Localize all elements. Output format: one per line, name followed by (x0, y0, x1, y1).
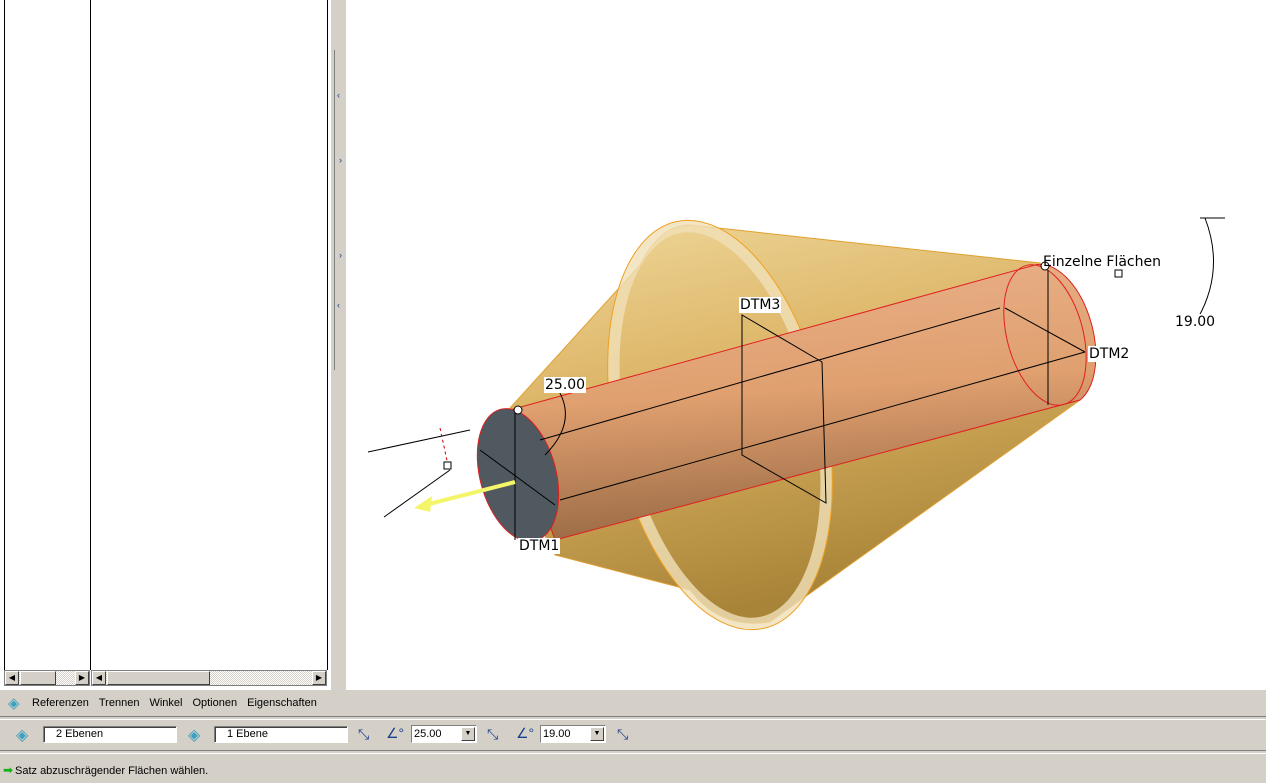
flip-direction-icon[interactable]: ⤡ (487, 726, 498, 743)
scroll-thumb[interactable] (20, 671, 56, 685)
scroll-right-button[interactable]: ▶ (312, 671, 326, 685)
tab-eigenschaften[interactable]: Eigenschaften (247, 697, 317, 709)
chevron-down-icon[interactable]: ▼ (590, 727, 604, 741)
model-view[interactable] (346, 0, 1266, 690)
flip-direction-icon[interactable]: ⤡ (617, 726, 628, 743)
tree-hscrollbar-left[interactable]: ◀ ▶ (4, 670, 90, 686)
graphics-viewport[interactable]: DTM1 DTM2 DTM3 25.00 19.00 Einzelne Fläc… (346, 0, 1266, 690)
tab-optionen[interactable]: Optionen (192, 697, 237, 709)
datum-label-dtm1[interactable]: DTM1 (518, 538, 561, 554)
drag-handle[interactable] (443, 461, 452, 470)
collapse-left-icon[interactable]: ‹ (337, 90, 340, 100)
angle1-combo[interactable]: 25.00 ▼ (411, 725, 477, 743)
scroll-thumb[interactable] (107, 671, 210, 685)
model-tree-panel: ◀ ▶ ◀ ▶ (0, 0, 331, 690)
collapse-left-icon[interactable]: ‹ (337, 300, 340, 310)
drag-handle[interactable] (513, 405, 523, 415)
angle2-combo[interactable]: 19.00 ▼ (540, 725, 606, 743)
reference-set1-field[interactable]: 2 Ebenen (43, 726, 177, 743)
divider (327, 0, 328, 670)
scroll-left-button[interactable]: ◀ (5, 671, 19, 685)
drag-handle[interactable] (1114, 269, 1123, 278)
datum-label-dtm2[interactable]: DTM2 (1088, 346, 1131, 362)
tree-hscrollbar-right[interactable]: ◀ ▶ (91, 670, 327, 686)
angle-icon: ∠° (516, 725, 535, 741)
arrow-right-icon: ➡ (3, 763, 14, 777)
divider (0, 716, 1266, 720)
chevron-down-icon[interactable]: ▼ (461, 727, 475, 741)
single-faces-label[interactable]: Einzelne Flächen (1042, 254, 1162, 270)
scroll-left-button[interactable]: ◀ (92, 671, 106, 685)
panel-splitter[interactable]: ‹ › › ‹ (330, 0, 347, 690)
expand-right-icon[interactable]: › (339, 250, 342, 260)
reference-set2-field[interactable]: 1 Ebene (214, 726, 348, 743)
tab-winkel[interactable]: Winkel (149, 697, 182, 709)
column-divider[interactable] (90, 0, 91, 670)
surface-set-icon[interactable]: ◈ (16, 725, 28, 745)
angle-icon: ∠° (386, 725, 405, 741)
scroll-right-button[interactable]: ▶ (75, 671, 89, 685)
datum-label-dtm3[interactable]: DTM3 (739, 297, 782, 313)
status-message: Satz abzuschrägender Flächen wählen. (15, 765, 209, 777)
angle1-value: 25.00 (414, 728, 442, 740)
flip-direction-icon[interactable]: ⤡ (358, 726, 369, 743)
dashboard-tabs: Referenzen Trennen Winkel Optionen Eigen… (32, 697, 317, 709)
angle2-value: 19.00 (543, 728, 571, 740)
angle-dimension-2[interactable]: 19.00 (1174, 314, 1217, 330)
tab-trennen[interactable]: Trennen (99, 697, 140, 709)
divider (0, 750, 1266, 754)
tab-referenzen[interactable]: Referenzen (32, 697, 89, 709)
expand-right-icon[interactable]: › (339, 155, 342, 165)
reference-plane-icon[interactable]: ◈ (188, 725, 200, 745)
divider (4, 0, 5, 670)
chamfer-feature-icon: ◈ (8, 695, 20, 712)
angle-dimension-1[interactable]: 25.00 (544, 377, 587, 393)
